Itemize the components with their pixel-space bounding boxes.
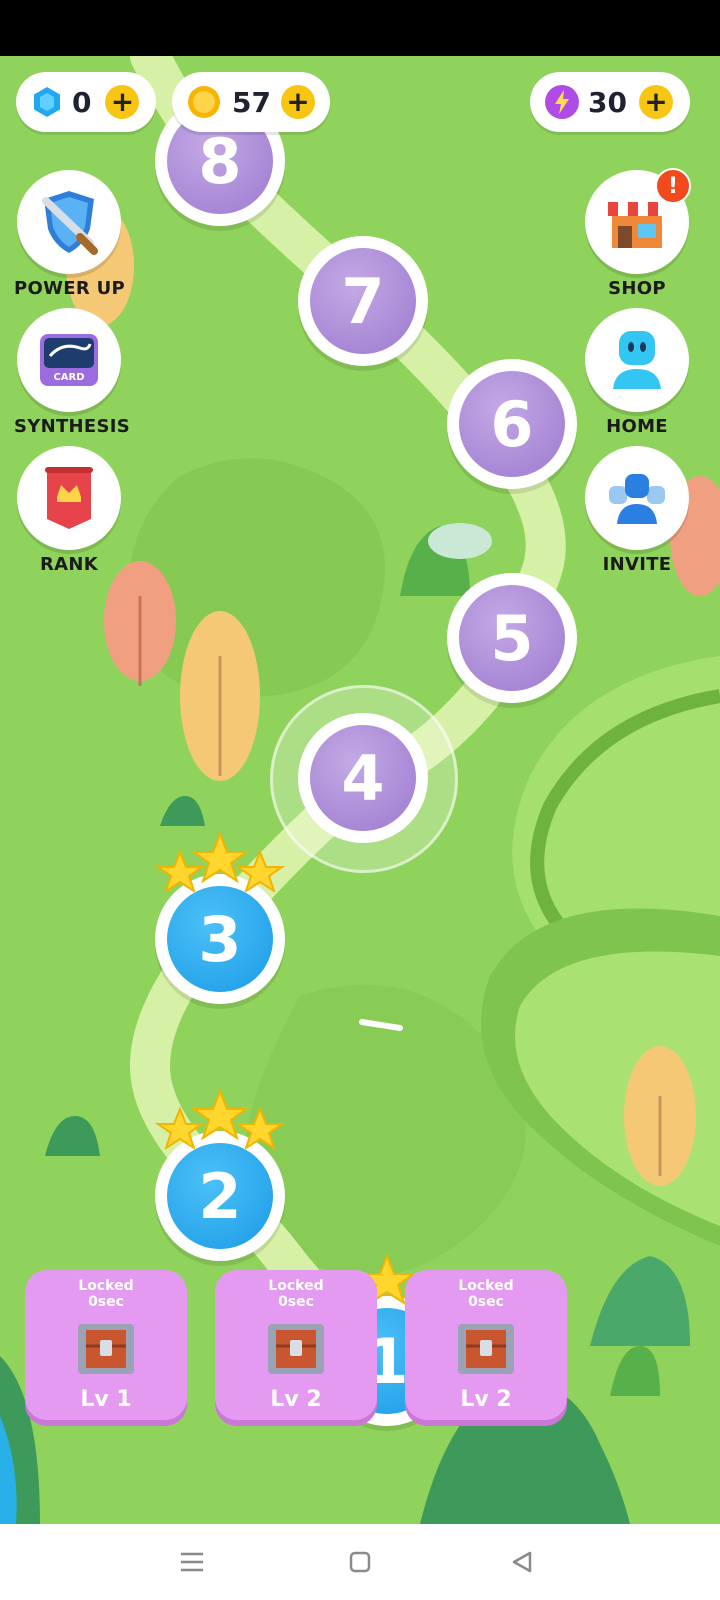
shop-circle: ! bbox=[585, 168, 691, 274]
chest-icon bbox=[78, 1324, 134, 1374]
level-3-node[interactable]: 3 bbox=[154, 831, 286, 1004]
gems-value: 0 bbox=[72, 85, 92, 119]
level-7-circle: 7 bbox=[310, 248, 416, 354]
level-5-node[interactable]: 5 bbox=[447, 573, 577, 703]
chest-slot-1[interactable]: Locked 0sec Lv 1 bbox=[25, 1270, 187, 1420]
shop-button[interactable]: ! SHOP bbox=[582, 168, 692, 299]
chest-level: Lv 1 bbox=[80, 1387, 132, 1412]
chest-status: Locked bbox=[268, 1278, 324, 1294]
sword-shield-icon bbox=[42, 191, 98, 255]
invite-button[interactable]: INVITE bbox=[582, 446, 692, 575]
lightning-icon bbox=[545, 85, 579, 119]
synthesis-circle: CARD bbox=[17, 308, 121, 412]
three-stars-icon bbox=[154, 831, 286, 892]
chest-timer: 0sec bbox=[278, 1294, 314, 1310]
level-7-node[interactable]: 7 bbox=[298, 236, 428, 366]
rank-label: RANK bbox=[39, 554, 98, 575]
add-gems-button[interactable]: + bbox=[105, 85, 140, 119]
status-bar bbox=[0, 0, 720, 56]
plus-icon: + bbox=[110, 85, 135, 118]
coins-value: 57 bbox=[232, 85, 271, 119]
shop-label: SHOP bbox=[608, 278, 666, 299]
plus-icon: + bbox=[644, 85, 668, 118]
chest-icon bbox=[268, 1324, 324, 1374]
level-3-number: 3 bbox=[198, 902, 242, 976]
chest-timer: 0sec bbox=[468, 1294, 504, 1310]
energy-value: 30 bbox=[588, 85, 627, 119]
friends-icon bbox=[609, 474, 665, 524]
system-navigation-bar bbox=[0, 1524, 720, 1600]
level-2-number: 2 bbox=[198, 1159, 242, 1233]
synthesis-label: SYNTHESIS bbox=[14, 416, 131, 437]
level-6-node[interactable]: 6 bbox=[447, 359, 577, 489]
home-label: HOME bbox=[606, 416, 668, 437]
shop-notification-badge: ! bbox=[655, 168, 691, 204]
coins-counter: 57 + bbox=[172, 72, 330, 132]
level-4-number: 4 bbox=[341, 741, 385, 815]
card-icon-text: CARD bbox=[53, 372, 84, 383]
add-energy-button[interactable]: + bbox=[638, 85, 673, 119]
menu-icon bbox=[181, 1552, 203, 1572]
crown-banner-icon bbox=[45, 467, 93, 529]
gems-counter: 0 + bbox=[16, 72, 156, 132]
rank-circle bbox=[17, 446, 121, 550]
chest-timer: 0sec bbox=[88, 1294, 124, 1310]
level-6-number: 6 bbox=[490, 387, 534, 461]
back-triangle-icon bbox=[512, 1551, 532, 1573]
recents-button[interactable] bbox=[172, 1544, 212, 1580]
energy-counter: 30 + bbox=[530, 72, 690, 132]
coin-icon bbox=[188, 86, 220, 118]
chest-status: Locked bbox=[458, 1278, 514, 1294]
chest-status: Locked bbox=[78, 1278, 134, 1294]
power-up-button[interactable]: POWER UP bbox=[14, 170, 125, 299]
level-5-number: 5 bbox=[490, 601, 534, 675]
level-4-circle: 4 bbox=[310, 725, 416, 831]
shop-icon bbox=[608, 202, 666, 248]
system-home-button[interactable] bbox=[340, 1544, 380, 1580]
invite-circle bbox=[585, 446, 689, 550]
screen: 8 7 6 5 4 3 2 1 0 + 57 + 30 + POWER UP C… bbox=[0, 0, 720, 1600]
card-icon: CARD bbox=[40, 334, 98, 386]
home-circle bbox=[585, 308, 689, 412]
plus-icon: + bbox=[286, 85, 310, 118]
chest-icon bbox=[458, 1324, 514, 1374]
chest-level: Lv 2 bbox=[270, 1387, 322, 1412]
rank-button[interactable]: RANK bbox=[14, 446, 124, 575]
invite-label: INVITE bbox=[602, 554, 672, 575]
power-up-circle bbox=[17, 170, 121, 274]
level-6-circle: 6 bbox=[459, 371, 565, 477]
home-square-icon bbox=[349, 1551, 371, 1573]
gem-icon bbox=[34, 87, 60, 117]
level-3-circle: 3 bbox=[167, 886, 273, 992]
chest-level: Lv 2 bbox=[460, 1387, 512, 1412]
system-back-button[interactable] bbox=[502, 1544, 542, 1580]
home-button[interactable]: HOME bbox=[582, 308, 692, 437]
level-2-circle: 2 bbox=[167, 1143, 273, 1249]
level-map[interactable]: 8 7 6 5 4 3 2 1 0 + 57 + 30 + POWER UP C… bbox=[0, 56, 720, 1524]
add-coins-button[interactable]: + bbox=[280, 85, 315, 119]
robot-icon bbox=[613, 331, 661, 389]
level-7-number: 7 bbox=[341, 264, 385, 338]
level-5-circle: 5 bbox=[459, 585, 565, 691]
level-8-number: 8 bbox=[198, 124, 242, 198]
synthesis-button[interactable]: CARD SYNTHESIS bbox=[14, 308, 131, 437]
chest-slot-2[interactable]: Locked 0sec Lv 2 bbox=[215, 1270, 377, 1420]
three-stars-icon bbox=[154, 1088, 286, 1149]
level-4-node[interactable]: 4 bbox=[270, 685, 458, 873]
level-2-node[interactable]: 2 bbox=[154, 1088, 286, 1261]
power-up-label: POWER UP bbox=[14, 278, 125, 299]
chest-slot-3[interactable]: Locked 0sec Lv 2 bbox=[405, 1270, 567, 1420]
